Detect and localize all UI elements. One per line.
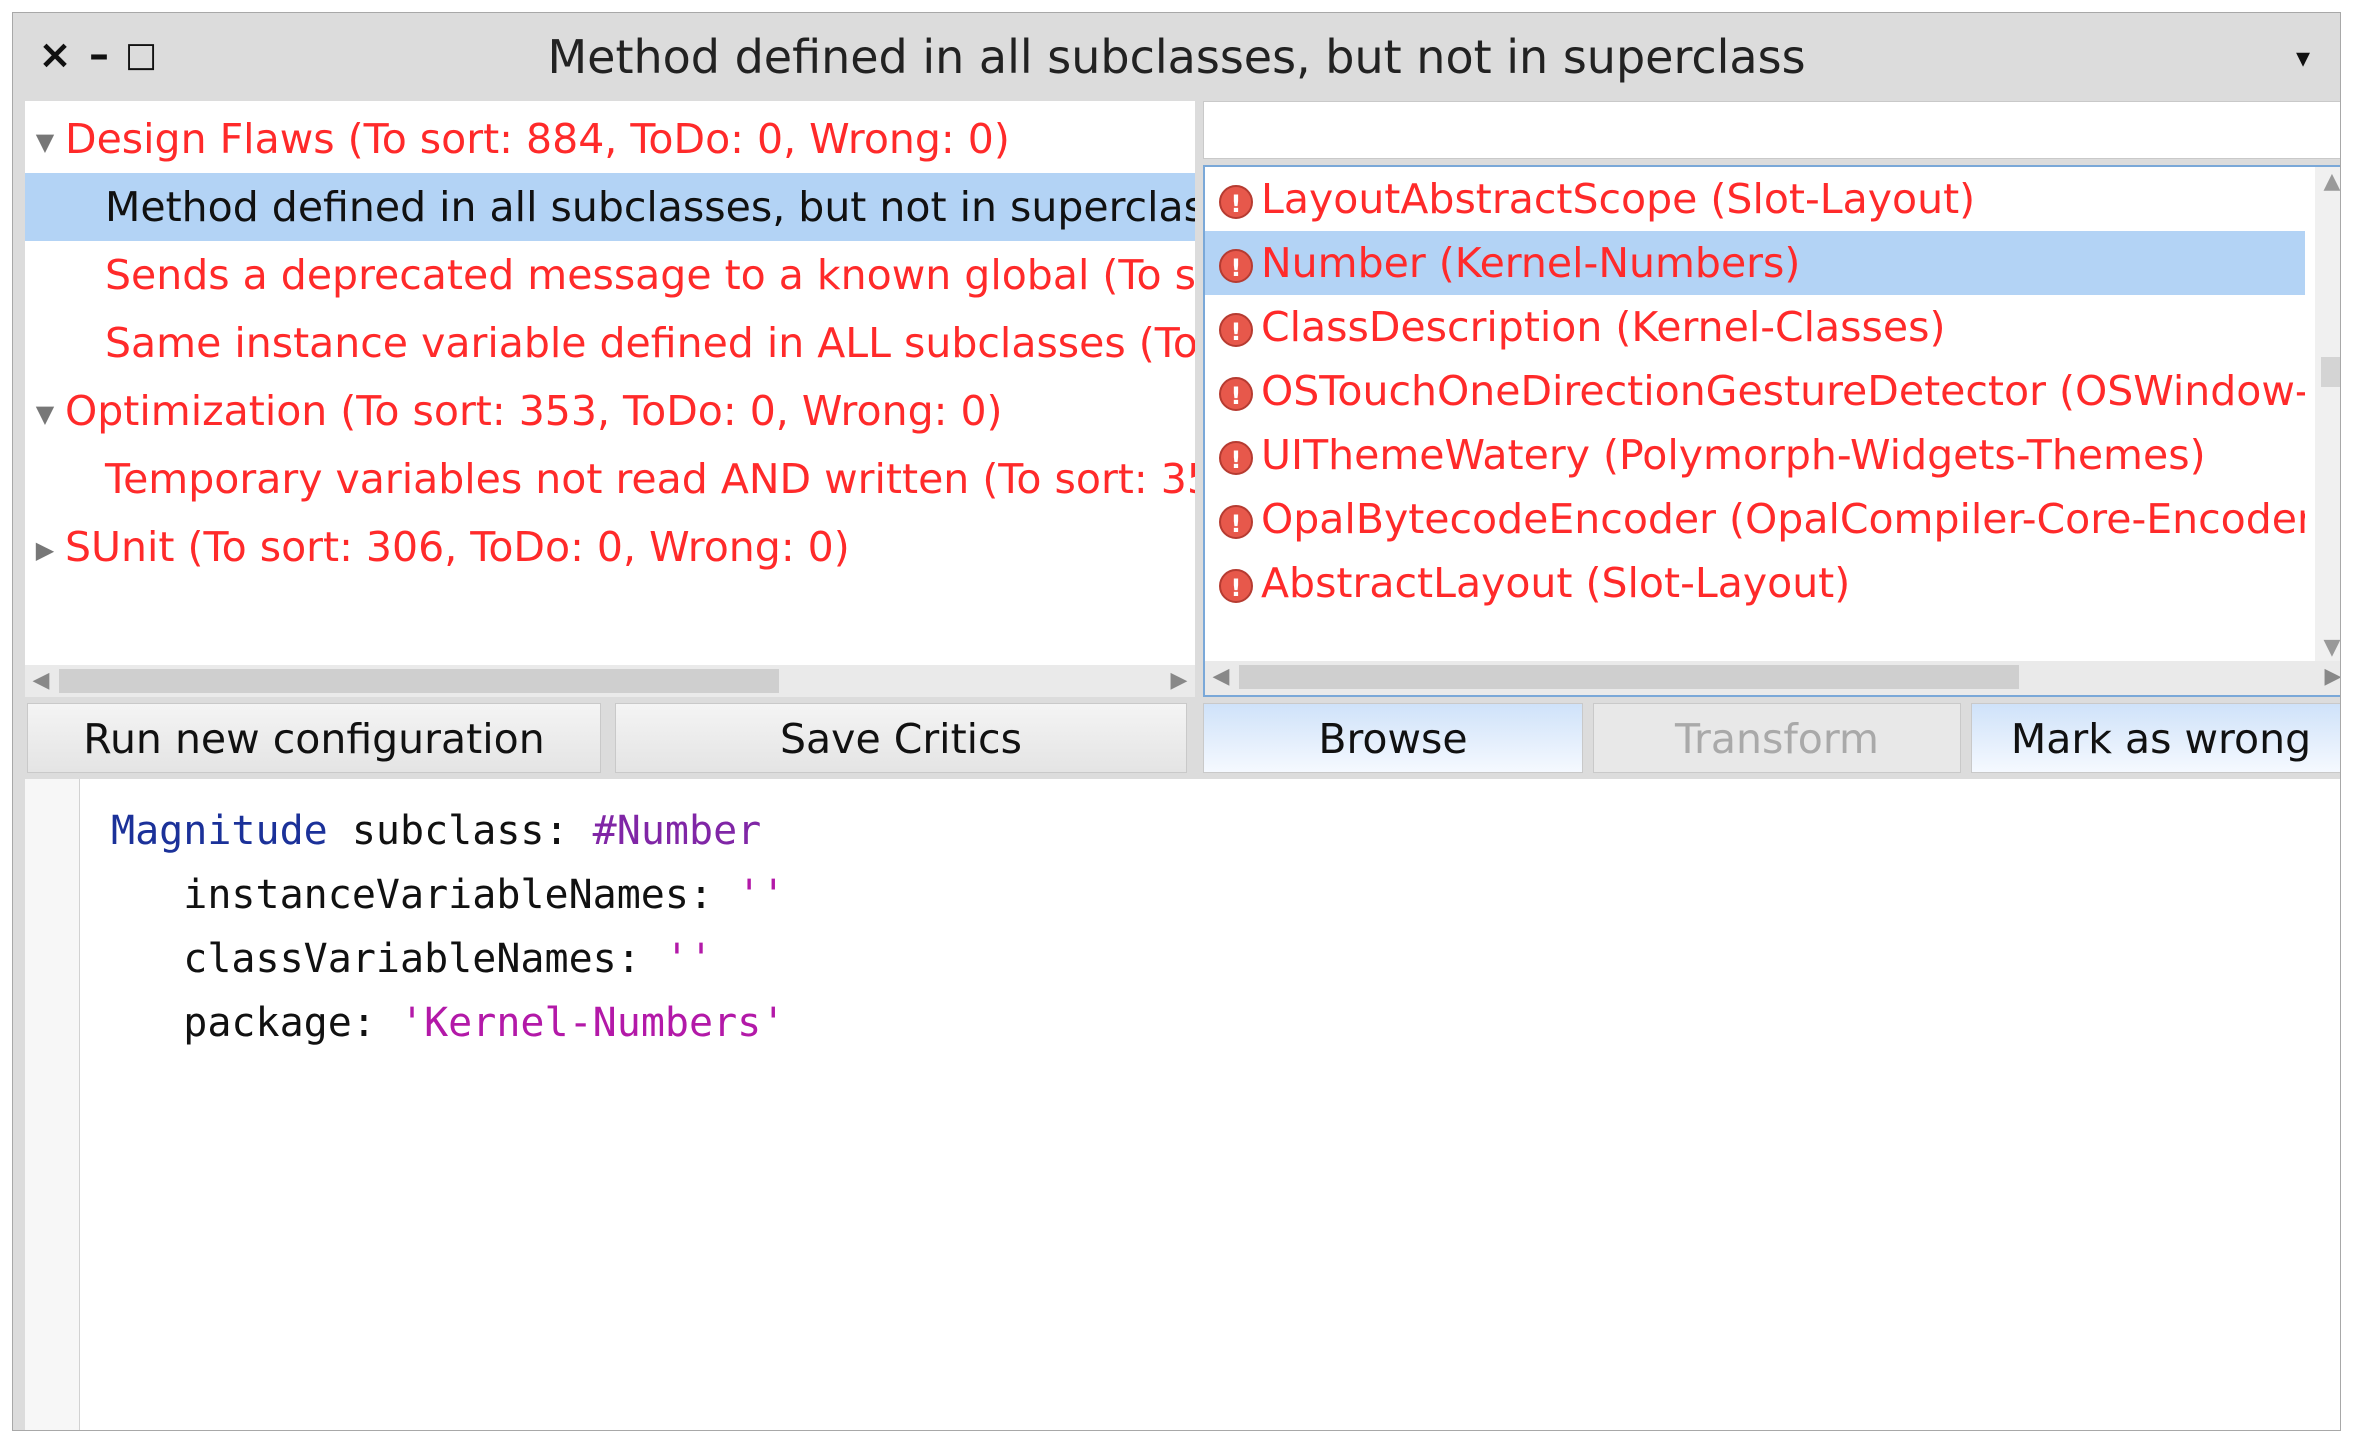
list-item-selected[interactable]: ! Number (Kernel-Numbers) [1205,231,2305,295]
tree-row-deprecated-message[interactable]: Sends a deprecated message to a known gl… [25,241,1195,309]
code-string: 'Kernel-Numbers' [400,1000,786,1046]
minimize-icon[interactable]: – [75,31,123,79]
code-symbol: #Number [592,808,762,854]
list-item[interactable]: ! OSTouchOneDirectionGestureDetector (OSW… [1205,359,2305,423]
scroll-left-icon[interactable]: ◀ [25,665,57,697]
tree-row-label: Design Flaws (To sort: 884, ToDo: 0, Wro… [65,115,1010,163]
scroll-up-icon[interactable]: ▲ [2315,167,2340,197]
scrollbar-thumb[interactable] [1239,665,2019,689]
critics-list[interactable]: ! LayoutAbstractScope (Slot-Layout) ! Numb… [1203,165,2340,697]
code-string: '' [737,872,786,918]
tree-horizontal-scrollbar[interactable]: ◀ ▶ [25,665,1195,697]
source-code-pane[interactable]: Magnitude subclass: #Number instanceVari… [25,779,2340,1430]
browse-button[interactable]: Browse [1203,703,1583,773]
critics-vertical-scrollbar[interactable]: ▲ ▼ [2315,167,2340,663]
warning-icon: ! [1219,377,1253,411]
tree-row-sunit[interactable]: ▶ SUnit (To sort: 306, ToDo: 0, Wrong: 0) [25,513,1195,581]
expand-arrow-icon[interactable]: ▼ [25,380,65,445]
list-item[interactable]: ! OpalBytecodeEncoder (OpalCompiler-Core-… [1205,487,2305,551]
save-critics-button[interactable]: Save Critics [615,703,1187,773]
list-item[interactable]: ! UIThemeWatery (Polymorph-Widgets-Themes… [1205,423,2305,487]
critics-search-input[interactable] [1203,101,2340,159]
warning-icon: ! [1219,313,1253,347]
critic-browser-window: Method defined in all subclasses, but no… [12,12,2341,1431]
title-bar: Method defined in all subclasses, but no… [13,13,2340,101]
rules-tree[interactable]: ▼ Design Flaws (To sort: 884, ToDo: 0, Wr… [25,101,1195,697]
window-title: Method defined in all subclasses, but no… [547,30,1806,84]
code-text: classVariableNames: [183,936,665,982]
scroll-right-icon[interactable]: ▶ [2317,661,2340,693]
tree-row-method-defined[interactable]: Method defined in all subclasses, but no… [25,173,1195,241]
warning-icon: ! [1219,441,1253,475]
tree-row-same-instance-variable[interactable]: Same instance variable defined in ALL su… [25,309,1195,377]
list-item[interactable]: ! AbstractLayout (Slot-Layout) [1205,551,2305,615]
tree-row-label: SUnit (To sort: 306, ToDo: 0, Wrong: 0) [65,523,850,571]
tree-row-temporary-variables[interactable]: Temporary variables not read AND written… [25,445,1195,513]
warning-icon: ! [1219,249,1253,283]
code-text: package: [183,1000,400,1046]
code-text: subclass: [327,808,593,854]
tree-row-label: Method defined in all subclasses, but no… [105,183,1195,231]
warning-icon: ! [1219,505,1253,539]
code-string: '' [664,936,714,982]
list-item[interactable]: ! ClassDescription (Kernel-Classes) [1205,295,2305,359]
run-new-configuration-button[interactable]: Run new configuration [27,703,601,773]
tree-row-optimization[interactable]: ▼ Optimization (To sort: 353, ToDo: 0, Wr… [25,377,1195,445]
tree-row-label: Sends a deprecated message to a known gl… [105,251,1195,299]
warning-icon: ! [1219,185,1253,219]
mark-as-wrong-button[interactable]: Mark as wrong [1971,703,2340,773]
tree-row-label: Same instance variable defined in ALL su… [105,319,1195,367]
collapse-arrow-icon[interactable]: ▶ [25,516,65,581]
code-keyword: Magnitude [111,808,328,854]
list-item[interactable]: ! LayoutAbstractScope (Slot-Layout) [1205,167,2305,231]
source-code-text[interactable]: Magnitude subclass: #Number instanceVari… [111,799,785,1055]
expand-arrow-icon[interactable]: ▼ [25,108,65,173]
critics-horizontal-scrollbar[interactable]: ◀ ▶ [1205,661,2340,695]
window-menu-icon[interactable]: ▾ [2286,41,2320,75]
scroll-right-icon[interactable]: ▶ [1163,665,1195,697]
tree-row-label: Optimization (To sort: 353, ToDo: 0, Wro… [65,387,1003,435]
scroll-left-icon[interactable]: ◀ [1205,661,1237,693]
scrollbar-thumb[interactable] [2321,357,2340,387]
scroll-down-icon[interactable]: ▼ [2315,633,2340,663]
close-icon[interactable]: × [31,31,79,79]
warning-icon: ! [1219,569,1253,603]
maximize-icon[interactable]: □ [117,31,165,79]
transform-button[interactable]: Transform [1593,703,1961,773]
line-gutter [25,779,80,1430]
code-text: instanceVariableNames: [183,872,738,918]
scrollbar-thumb[interactable] [59,669,779,693]
tree-row-design-flaws[interactable]: ▼ Design Flaws (To sort: 884, ToDo: 0, Wr… [25,105,1195,173]
tree-row-label: Temporary variables not read AND written… [105,455,1195,503]
